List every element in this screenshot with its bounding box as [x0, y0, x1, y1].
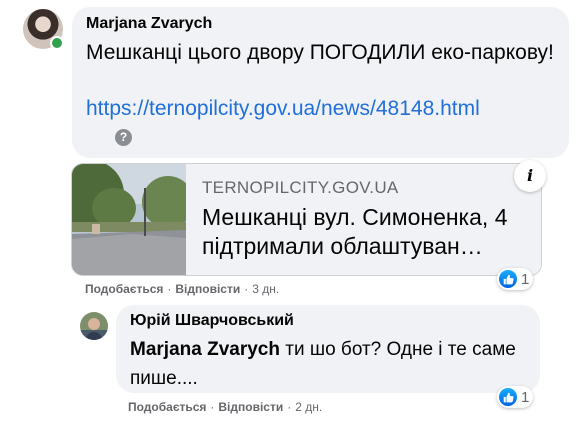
mention-link[interactable]: Marjana Zvarych	[130, 339, 280, 360]
separator: ·	[210, 400, 215, 414]
timestamp[interactable]: 3 дн.	[252, 282, 279, 296]
like-icon	[499, 270, 517, 288]
like-icon	[499, 388, 517, 406]
reply-button[interactable]: Відповісти	[175, 282, 240, 296]
reply-text: Marjana Zvarych ти шо бот? Одне і те сам…	[130, 335, 530, 393]
reply-author[interactable]: Юрій Шварчовський	[130, 312, 294, 330]
link-preview-domain: TERNOPILCITY.GOV.UA	[202, 178, 399, 197]
help-icon[interactable]: ?	[115, 129, 132, 146]
reply-button[interactable]: Відповісти	[218, 400, 283, 414]
reaction-count: 1	[521, 270, 530, 288]
comment-text: Мешканці цього двору ПОГОДИЛИ еко-парков…	[86, 41, 554, 64]
reply-actions: Подобається · Відповісти · 2 дн.	[128, 400, 322, 414]
timestamp[interactable]: 2 дн.	[295, 400, 322, 414]
comment-link[interactable]: https://ternopilcity.gov.ua/news/48148.h…	[86, 96, 480, 122]
link-preview-thumbnail	[72, 164, 186, 275]
info-icon[interactable]: i	[514, 160, 546, 192]
reaction-summary[interactable]: 1	[497, 268, 534, 290]
avatar[interactable]	[80, 312, 108, 340]
comment-author[interactable]: Marjana Zvarych	[86, 15, 212, 33]
like-button[interactable]: Подобається	[85, 282, 163, 296]
comment-actions: Подобається · Відповісти · 3 дн.	[85, 282, 279, 296]
like-button[interactable]: Подобається	[128, 400, 206, 414]
online-status-icon	[50, 36, 64, 50]
separator: ·	[167, 282, 172, 296]
separator: ·	[244, 282, 249, 296]
reaction-summary[interactable]: 1	[497, 386, 534, 408]
separator: ·	[287, 400, 292, 414]
reaction-count: 1	[521, 388, 530, 406]
link-preview-title[interactable]: Мешканці вул. Симоненка, 4 підтримали об…	[202, 203, 532, 261]
